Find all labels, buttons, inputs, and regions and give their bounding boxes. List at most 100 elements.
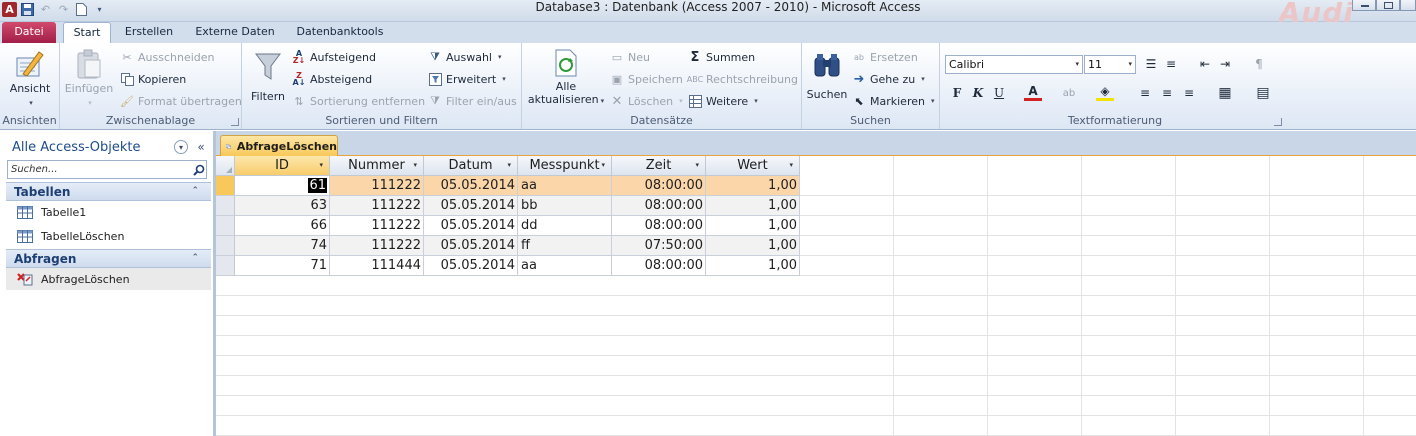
- cell-wert[interactable]: 1,00: [706, 236, 800, 256]
- tab-datenbanktools[interactable]: Datenbanktools: [290, 22, 390, 43]
- speichern-button[interactable]: ▣ Speichern: [610, 70, 683, 88]
- gehe-zu-button[interactable]: ➜ Gehe zu ▾: [852, 70, 925, 88]
- bullet-list-icon[interactable]: ☰: [1142, 55, 1160, 73]
- rechtschreibung-button[interactable]: ABC Rechtschreibung: [687, 70, 798, 88]
- decrease-indent-icon[interactable]: ⇤: [1196, 55, 1214, 73]
- filter-einaus-button[interactable]: ⧩ Filter ein/aus: [428, 92, 517, 110]
- cell-id[interactable]: 74: [235, 236, 330, 256]
- suchen-button[interactable]: Suchen: [806, 48, 848, 101]
- column-filter-dropdown-icon[interactable]: ▾: [413, 156, 417, 175]
- cell-id[interactable]: 63: [235, 196, 330, 216]
- loeschen-button[interactable]: ✕ Löschen ▾: [610, 92, 683, 110]
- search-icon[interactable]: [191, 161, 207, 178]
- cell-datum[interactable]: 05.05.2014: [424, 196, 518, 216]
- cell-id[interactable]: 71: [235, 256, 330, 276]
- table-row[interactable]: 61 111222 05.05.2014 aa 08:00:00 1,00: [216, 176, 800, 196]
- cell-messpunkt[interactable]: ff: [518, 236, 612, 256]
- font-color-icon[interactable]: A: [1024, 84, 1042, 101]
- cell-wert[interactable]: 1,00: [706, 196, 800, 216]
- cell-id[interactable]: 61: [235, 176, 330, 196]
- gridlines-icon[interactable]: ▦: [1216, 84, 1234, 102]
- align-center-icon[interactable]: ≡: [1158, 84, 1176, 102]
- format-uebertragen-button[interactable]: 🖌 Format übertragen: [120, 92, 242, 110]
- table-row[interactable]: 63 111222 05.05.2014 bb 08:00:00 1,00: [216, 196, 800, 216]
- align-left-icon[interactable]: ≡: [1136, 84, 1154, 102]
- table-row[interactable]: 71 111444 05.05.2014 aa 08:00:00 1,00: [216, 256, 800, 276]
- datasheet-grid[interactable]: ID ▾ Nummer ▾ Datum ▾ Messpunkt ▾ Zeit ▾ Wert ▾ 61 1…: [216, 156, 1416, 436]
- cell-nummer[interactable]: 111222: [330, 176, 424, 196]
- record-selector[interactable]: [216, 216, 235, 236]
- cell-messpunkt[interactable]: bb: [518, 196, 612, 216]
- column-header-nummer[interactable]: Nummer ▾: [330, 156, 424, 176]
- absteigend-button[interactable]: Z A↓ Absteigend: [292, 70, 373, 88]
- underline-button[interactable]: U: [990, 84, 1008, 102]
- cell-zeit[interactable]: 08:00:00: [612, 256, 706, 276]
- cell-datum[interactable]: 05.05.2014: [424, 256, 518, 276]
- alternate-row-color-icon[interactable]: ▤: [1254, 84, 1272, 102]
- record-selector[interactable]: [216, 176, 235, 196]
- tab-start[interactable]: Start: [63, 22, 111, 43]
- minimize-button[interactable]: [1352, 0, 1376, 11]
- document-tab-abfrageloeschen[interactable]: AbfrageLöschen: [220, 135, 338, 156]
- close-button[interactable]: [1400, 0, 1416, 11]
- auswahl-button[interactable]: ⧩ Auswahl ▾: [428, 48, 501, 66]
- record-selector[interactable]: [216, 196, 235, 216]
- highlight-icon[interactable]: ab: [1060, 84, 1078, 102]
- nav-menu-chevron-icon[interactable]: ▾: [174, 140, 188, 154]
- cell-datum[interactable]: 05.05.2014: [424, 176, 518, 196]
- nav-search-input[interactable]: Suchen...: [7, 160, 207, 179]
- summen-button[interactable]: Σ Summen: [688, 48, 756, 66]
- sortierung-entfernen-button[interactable]: ⇅ Sortierung entfernen: [292, 92, 425, 110]
- erweitert-button[interactable]: Erweitert ▾: [428, 70, 506, 88]
- einfuegen-button[interactable]: Einfügen ▾: [64, 48, 114, 110]
- cell-nummer[interactable]: 111444: [330, 256, 424, 276]
- fill-color-icon[interactable]: ◈: [1096, 84, 1114, 101]
- markieren-button[interactable]: ⬉ Markieren ▾: [852, 92, 934, 110]
- cell-zeit[interactable]: 08:00:00: [612, 216, 706, 236]
- font-size-select[interactable]: 11 ▾: [1084, 55, 1136, 74]
- column-filter-dropdown-icon[interactable]: ▾: [695, 156, 699, 175]
- align-right-icon[interactable]: ≡: [1180, 84, 1198, 102]
- column-header-messpunkt[interactable]: Messpunkt ▾: [518, 156, 612, 176]
- cell-messpunkt[interactable]: aa: [518, 256, 612, 276]
- cell-nummer[interactable]: 111222: [330, 236, 424, 256]
- table-row[interactable]: 74 111222 05.05.2014 ff 07:50:00 1,00: [216, 236, 800, 256]
- nav-pane-header[interactable]: Alle Access-Objekte ▾ «: [6, 135, 211, 159]
- maximize-button[interactable]: [1376, 0, 1400, 11]
- kopieren-button[interactable]: Kopieren: [120, 70, 186, 88]
- cell-wert[interactable]: 1,00: [706, 176, 800, 196]
- column-header-zeit[interactable]: Zeit ▾: [612, 156, 706, 176]
- ersetzen-button[interactable]: ab Ersetzen: [852, 48, 918, 66]
- record-selector[interactable]: [216, 256, 235, 276]
- select-all-corner[interactable]: [216, 156, 235, 176]
- numbered-list-icon[interactable]: ≡: [1162, 55, 1180, 73]
- alle-aktualisieren-button[interactable]: Alle aktualisieren ▾: [526, 48, 606, 108]
- cell-messpunkt[interactable]: aa: [518, 176, 612, 196]
- tab-erstellen[interactable]: Erstellen: [117, 22, 181, 43]
- italic-button[interactable]: K: [969, 84, 987, 102]
- cell-zeit[interactable]: 07:50:00: [612, 236, 706, 256]
- column-filter-dropdown-icon[interactable]: ▾: [319, 156, 323, 175]
- ansicht-button[interactable]: Ansicht ▾: [4, 48, 56, 110]
- nav-group-abfragen[interactable]: Abfragen ⌃: [6, 249, 211, 268]
- nav-item-tabelle1[interactable]: Tabelle1: [6, 201, 211, 223]
- bold-button[interactable]: F: [948, 84, 966, 102]
- column-filter-dropdown-icon[interactable]: ▾: [789, 156, 793, 175]
- filtern-button[interactable]: Filtern: [248, 48, 288, 103]
- column-header-datum[interactable]: Datum ▾: [424, 156, 518, 176]
- cell-datum[interactable]: 05.05.2014: [424, 216, 518, 236]
- table-row[interactable]: 66 111222 05.05.2014 dd 08:00:00 1,00: [216, 216, 800, 236]
- nav-item-tabelleloeschen[interactable]: TabelleLöschen: [6, 225, 211, 247]
- tab-externe-daten[interactable]: Externe Daten: [188, 22, 282, 43]
- cell-nummer[interactable]: 111222: [330, 216, 424, 236]
- dialog-launcher-textformatierung[interactable]: [1274, 118, 1282, 126]
- cell-messpunkt[interactable]: dd: [518, 216, 612, 236]
- nav-item-abfrageloeschen[interactable]: AbfrageLöschen: [6, 268, 211, 290]
- tab-datei[interactable]: Datei: [2, 22, 56, 43]
- paragraph-direction-icon[interactable]: ¶: [1250, 55, 1268, 73]
- cell-zeit[interactable]: 08:00:00: [612, 196, 706, 216]
- cell-wert[interactable]: 1,00: [706, 216, 800, 236]
- cell-nummer[interactable]: 111222: [330, 196, 424, 216]
- aufsteigend-button[interactable]: A Z↓ Aufsteigend: [292, 48, 376, 66]
- dialog-launcher-zwischenablage[interactable]: [231, 118, 239, 126]
